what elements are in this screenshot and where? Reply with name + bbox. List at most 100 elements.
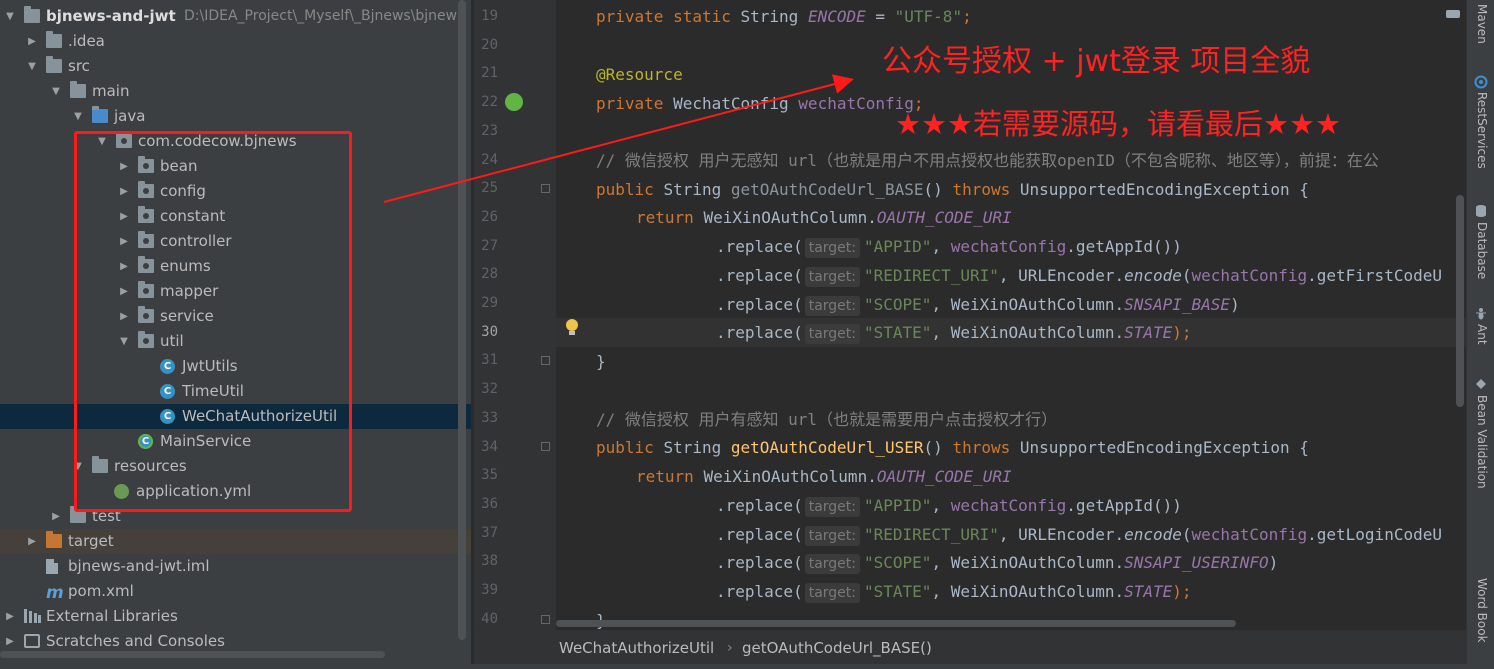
line-number: 31 xyxy=(481,352,498,369)
parameter-hint: target: xyxy=(804,583,860,603)
ant-icon xyxy=(1474,305,1488,320)
tree-row[interactable]: ▼ src xyxy=(0,54,471,79)
line-number: 34 xyxy=(481,438,498,455)
tab-ant[interactable]: Ant xyxy=(1475,324,1489,345)
parameter-hint: target: xyxy=(804,324,860,344)
parameter-hint: target: xyxy=(804,526,860,546)
expand-arrow-icon[interactable]: ▼ xyxy=(50,79,62,104)
tree-row[interactable]: ▼ main xyxy=(0,79,471,104)
code-editor[interactable]: private static String ENCODE = "UTF-8"; … xyxy=(556,0,1466,630)
line-number: 23 xyxy=(481,122,498,139)
tree-row[interactable]: ▼ java xyxy=(0,104,471,129)
line-number: 38 xyxy=(481,553,498,570)
tree-row[interactable]: ▶ External Libraries xyxy=(0,604,471,629)
file-icon xyxy=(46,559,58,574)
line-number: 30 xyxy=(481,323,498,340)
annotation-note: ★★★若需要源码，请看最后★★★ xyxy=(895,107,1341,141)
tree-row-label: main xyxy=(92,82,130,100)
tab-word-book[interactable]: Word Book xyxy=(1475,578,1489,643)
parameter-hint: target: xyxy=(804,554,860,574)
tree-row[interactable]: ▶ target xyxy=(0,529,471,554)
code-line-31: } xyxy=(596,352,606,371)
expand-arrow-icon[interactable]: ▼ xyxy=(26,54,38,79)
parameter-hint: target: xyxy=(804,267,860,287)
tree-row[interactable]: m pom.xml xyxy=(0,579,471,604)
line-number: 27 xyxy=(481,237,498,254)
tab-maven[interactable]: Maven xyxy=(1475,4,1489,44)
line-number: 37 xyxy=(481,524,498,541)
fold-marker-icon[interactable] xyxy=(541,184,550,193)
line-number: 20 xyxy=(481,36,498,53)
line-number: 35 xyxy=(481,467,498,484)
tree-vertical-scrollbar[interactable] xyxy=(458,0,466,640)
spring-bean-gutter-icon[interactable] xyxy=(505,93,523,111)
collapse-arrow-icon[interactable]: ▶ xyxy=(50,504,62,529)
folder-icon xyxy=(46,31,62,48)
tree-row[interactable]: bjnews-and-jwt.iml xyxy=(0,554,471,579)
line-number: 28 xyxy=(481,266,498,283)
source-folder-icon xyxy=(92,106,108,123)
collapse-arrow-icon[interactable]: ▶ xyxy=(4,604,16,629)
line-number: 33 xyxy=(481,409,498,426)
tree-row-label: bjnews-and-jwt.iml xyxy=(68,557,210,575)
line-number: 26 xyxy=(481,208,498,225)
code-line-33: // 微信授权 用户有感知 url（也就是需要用户点击授权才行） xyxy=(596,410,1058,429)
database-icon xyxy=(1474,203,1488,217)
status-bar xyxy=(0,664,1494,669)
breadcrumb-class[interactable]: WeChatAuthorizeUtil xyxy=(559,631,714,665)
tree-horizontal-scrollbar[interactable] xyxy=(0,651,385,658)
code-line-28: .replace(target: "REDIRECT_URI", URLEncod… xyxy=(716,266,1442,287)
line-number: 19 xyxy=(481,8,498,24)
code-line-39: .replace(target: "STATE", WeiXinOAuthColu… xyxy=(716,582,1192,603)
tree-row-label: bjnews-and-jwt xyxy=(46,7,176,25)
scratches-icon xyxy=(24,634,40,648)
collapse-arrow-icon[interactable]: ▶ xyxy=(26,29,38,54)
tree-row-label: src xyxy=(68,57,90,75)
code-line-29: .replace(target: "SCOPE", WeiXinOAuthColu… xyxy=(716,295,1240,316)
code-line-19: private static String ENCODE = "UTF-8"; xyxy=(596,7,972,26)
tab-bean-validation[interactable]: Bean Validation xyxy=(1475,395,1489,489)
project-tree-panel: ▼ bjnews-and-jwt D:\IDEA_Project\_Myself\_… xyxy=(0,0,471,669)
code-line-25: public String getOAuthCodeUrl_BASE() thr… xyxy=(596,180,1309,199)
tab-database[interactable]: Database xyxy=(1475,222,1489,279)
tree-row[interactable]: ▶ .idea xyxy=(0,29,471,54)
breadcrumb: WeChatAuthorizeUtil › getOAuthCodeUrl_BA… xyxy=(474,630,1466,665)
code-line-21: @Resource xyxy=(596,65,683,84)
bean-validation-icon xyxy=(1474,376,1488,390)
code-line-35: return WeiXinOAuthColumn.OAUTH_CODE_URI xyxy=(636,467,1012,486)
folder-icon xyxy=(70,81,86,98)
tab-rest-services[interactable]: RestServices xyxy=(1475,92,1489,169)
tree-row-label: target xyxy=(68,532,114,550)
code-line-24: // 微信授权 用户无感知 url（也就是用户不用点授权也能获取openID（不… xyxy=(596,151,1379,170)
line-number: 32 xyxy=(481,381,498,398)
code-line-36: .replace(target: "APPID", wechatConfig.ge… xyxy=(716,496,1182,517)
tree-row-label: .idea xyxy=(68,32,105,50)
rest-services-icon xyxy=(1474,74,1488,89)
line-number: 25 xyxy=(481,180,498,197)
code-line-38: .replace(target: "SCOPE", WeiXinOAuthColu… xyxy=(716,553,1279,574)
editor-horizontal-scrollbar[interactable] xyxy=(556,620,1236,627)
line-number: 24 xyxy=(481,151,498,168)
editor-vertical-scrollbar[interactable] xyxy=(1456,195,1464,407)
code-line-37: .replace(target: "REDIRECT_URI", URLEncod… xyxy=(716,525,1442,546)
collapse-arrow-icon[interactable]: ▶ xyxy=(26,529,38,554)
parameter-hint: target: xyxy=(804,296,860,316)
parameter-hint: target: xyxy=(804,238,860,258)
folder-icon xyxy=(24,6,40,23)
fold-marker-icon[interactable] xyxy=(541,356,550,365)
editor-status-marker[interactable] xyxy=(1446,10,1460,18)
right-tool-window-bar: Maven RestServices Database Ant Bean Val… xyxy=(1466,0,1494,669)
breadcrumb-method[interactable]: getOAuthCodeUrl_BASE() xyxy=(742,631,932,665)
tree-row[interactable]: ▼ bjnews-and-jwt D:\IDEA_Project\_Myself\_… xyxy=(0,4,471,29)
fold-marker-icon[interactable] xyxy=(541,442,550,451)
lightbulb-icon[interactable] xyxy=(565,318,579,336)
code-line-30: .replace(target: "STATE", WeiXinOAuthColu… xyxy=(716,323,1192,344)
fold-marker-icon[interactable] xyxy=(541,615,550,624)
code-line-22: private WechatConfig wechatConfig; xyxy=(596,94,924,113)
expand-arrow-icon[interactable]: ▼ xyxy=(4,4,16,29)
tree-row-label: java xyxy=(114,107,146,125)
annotation-highlight-box xyxy=(74,131,352,512)
expand-arrow-icon[interactable]: ▼ xyxy=(72,104,84,129)
code-line-34: public String getOAuthCodeUrl_USER() thr… xyxy=(596,438,1309,457)
code-line-26: return WeiXinOAuthColumn.OAUTH_CODE_URI xyxy=(636,208,1012,227)
